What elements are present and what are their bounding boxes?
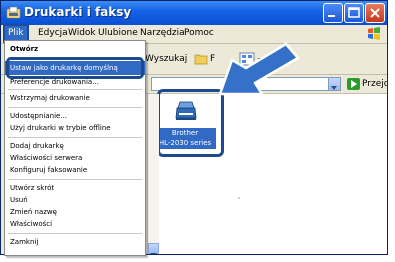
maximize-icon <box>348 7 360 18</box>
printer-highlight-frame <box>157 89 224 157</box>
go-label: Przejdź <box>362 79 387 89</box>
menu-item-create-shortcut[interactable]: Utwórz skrót <box>5 182 145 194</box>
file-menu-dropdown: Otwórz Ustaw jako drukarkę domyślną Pref… <box>4 40 146 256</box>
menu-item-add-printer[interactable]: Dodaj drukarkę <box>5 140 145 152</box>
address-dropdown-button[interactable] <box>328 78 340 90</box>
views-button[interactable] <box>239 51 265 67</box>
menu-item-configure-faxing[interactable]: Konfiguruj faksowanie <box>5 164 145 176</box>
menu-separator <box>8 137 142 138</box>
folders-button[interactable]: F <box>194 51 215 67</box>
folder-icon <box>194 54 208 64</box>
scroll-down-button[interactable] <box>148 243 159 254</box>
menu-item-properties[interactable]: Właściwości <box>5 218 145 230</box>
go-arrow-icon <box>347 77 360 90</box>
menu-item-printing-preferences[interactable]: Preferencje drukowania... <box>5 76 145 88</box>
menu-item-delete[interactable]: Usuń <box>5 194 145 206</box>
menu-item-server-properties[interactable]: Właściwości serwera <box>5 152 145 164</box>
menu-item-rename[interactable]: Zmień nazwę <box>5 206 145 218</box>
close-button[interactable] <box>365 3 385 23</box>
menu-separator <box>8 233 142 234</box>
chevron-down-icon <box>331 86 337 90</box>
menu-item-close[interactable]: Zamknij <box>5 236 145 248</box>
folders-label: F <box>210 54 216 64</box>
menu-separator <box>8 89 142 90</box>
page: Drukarki i faksy Plik Edycja Widok Ulubi… <box>0 0 395 262</box>
windows-logo-icon <box>368 27 380 40</box>
window-title: Drukarki i faksy <box>24 5 132 19</box>
vertical-scrollbar[interactable] <box>147 94 159 254</box>
search-label: Wyszukaj <box>145 54 188 64</box>
menu-separator <box>8 107 142 108</box>
menu-separator <box>8 179 142 180</box>
printer-folder-icon <box>6 6 21 19</box>
printer-item-brother[interactable]: Brother HL-2030 series <box>154 89 224 157</box>
chevron-down-icon <box>150 253 157 254</box>
close-icon <box>370 8 380 18</box>
title-bar[interactable]: Drukarki i faksy <box>1 1 387 25</box>
menu-item-open[interactable]: Otwórz <box>5 43 145 55</box>
minimize-icon <box>328 15 335 17</box>
go-button[interactable]: Przejdź <box>347 77 387 91</box>
menu-item-use-offline[interactable]: Użyj drukarki w trybie offline <box>5 122 145 134</box>
printers-list: Brother HL-2030 series <box>147 89 387 254</box>
menu-help[interactable]: Pomoc <box>181 26 217 41</box>
minimize-button[interactable] <box>323 3 343 23</box>
menu-item-sharing[interactable]: Udostępnianie... <box>5 110 145 122</box>
views-icon <box>239 52 262 66</box>
maximize-button[interactable] <box>344 3 364 23</box>
menu-item-pause-printing[interactable]: Wstrzymaj drukowanie <box>5 92 145 104</box>
menu-file[interactable]: Plik <box>3 24 29 43</box>
content-dot <box>238 197 240 199</box>
menu-favorites[interactable]: Ulubione <box>95 26 141 41</box>
menu-view[interactable]: Widok <box>65 26 99 41</box>
